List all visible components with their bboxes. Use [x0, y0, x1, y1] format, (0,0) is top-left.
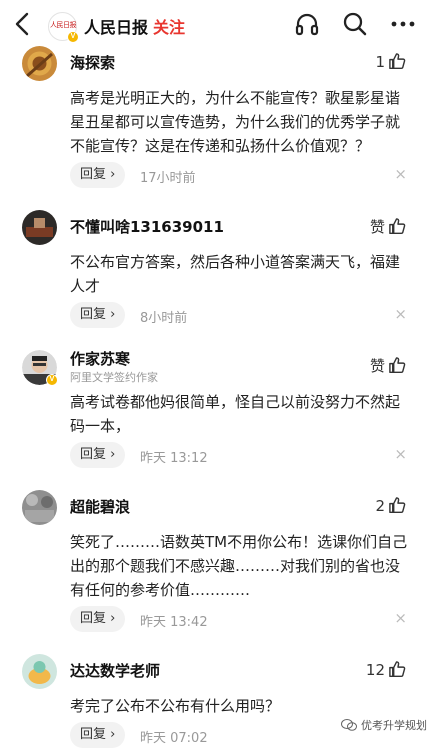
avatar[interactable] — [22, 46, 57, 81]
source-name[interactable]: 人民日报 — [84, 14, 148, 38]
like-count: 2 — [375, 496, 385, 515]
reply-label: 回复 — [80, 307, 107, 322]
chevron-right-icon: › — [110, 167, 116, 182]
comment-text: 考完了公布不公布有什么用吗？ — [70, 697, 281, 715]
username[interactable]: 超能碧浪 — [70, 496, 130, 517]
close-icon[interactable]: × — [394, 445, 407, 463]
thumbs-up-icon — [389, 53, 406, 70]
like-count: 1 — [375, 52, 385, 71]
headphones-icon[interactable] — [294, 11, 320, 37]
watermark: 优考升学规划 — [341, 717, 427, 733]
reply-button[interactable]: 回复 › — [70, 302, 126, 328]
reply-button[interactable]: 回复 › — [70, 442, 126, 468]
logo-text: 人民日报 — [50, 21, 77, 29]
comment-text: 笑死了………语数英TM不用你公布！选课你们自己出的那个题我们不感兴趣………对我们… — [70, 533, 408, 599]
thumbs-up-icon — [389, 218, 406, 235]
top-bar: 人民日报 V 人民日报 关注 — [0, 0, 437, 46]
username[interactable]: 不懂叫啥131639011 — [70, 216, 224, 237]
chevron-right-icon: › — [110, 611, 116, 626]
chevron-left-icon[interactable] — [12, 11, 36, 37]
like-button[interactable]: 2 — [375, 496, 407, 515]
like-button[interactable]: 赞 — [370, 216, 407, 237]
source-logo[interactable]: 人民日报 V — [48, 12, 79, 43]
reply-label: 回复 — [80, 611, 107, 626]
comment-time: 昨天 07:02 — [140, 731, 208, 746]
close-icon[interactable]: × — [394, 165, 407, 183]
avatar[interactable] — [22, 210, 57, 245]
like-button[interactable]: 赞 — [370, 355, 407, 376]
chevron-right-icon: › — [110, 447, 116, 462]
username[interactable]: 作家苏寒 — [70, 348, 130, 369]
avatar[interactable]: V — [22, 350, 58, 386]
reply-label: 回复 — [80, 727, 107, 742]
chevron-right-icon: › — [110, 307, 116, 322]
like-count: 赞 — [369, 357, 385, 375]
verified-badge-icon: V — [46, 374, 58, 386]
verified-badge-icon: V — [67, 31, 79, 43]
username[interactable]: 达达数学老师 — [70, 660, 160, 681]
comment-text: 高考试卷都他妈很简单，怪自己以前没努力不然起码一本， — [70, 393, 401, 435]
comment-time: 17小时前 — [140, 171, 196, 186]
like-count: 赞 — [369, 218, 385, 236]
thumbs-up-icon — [389, 497, 406, 514]
reply-button[interactable]: 回复 › — [70, 722, 126, 748]
username[interactable]: 海探索 — [70, 52, 115, 73]
wechat-icon — [341, 719, 357, 731]
thumbs-up-icon — [389, 661, 406, 678]
more-dots-icon[interactable] — [390, 11, 416, 37]
user-title: 阿里文学签约作家 — [70, 371, 158, 384]
comment-text: 不公布官方答案，然后各种小道答案满天飞，福建人才 — [70, 253, 401, 295]
chevron-right-icon: › — [110, 727, 116, 742]
close-icon[interactable]: × — [394, 305, 407, 323]
like-count: 12 — [365, 660, 385, 679]
like-button[interactable]: 12 — [366, 660, 407, 679]
close-icon[interactable]: × — [394, 609, 407, 627]
reply-button[interactable]: 回复 › — [70, 162, 126, 188]
comment-time: 昨天 13:42 — [140, 615, 208, 630]
comment-text: 高考是光明正大的，为什么不能宣传？歌星影星谐星丑星都可以宣传造势，为什么我们的优… — [70, 89, 401, 155]
avatar[interactable] — [22, 654, 57, 689]
follow-button[interactable]: 关注 — [153, 14, 185, 38]
avatar[interactable] — [22, 490, 57, 525]
comment-time: 8小时前 — [140, 311, 188, 326]
like-button[interactable]: 1 — [375, 52, 407, 71]
watermark-text: 优考升学规划 — [361, 719, 427, 732]
reply-label: 回复 — [80, 167, 107, 182]
search-icon[interactable] — [342, 11, 368, 37]
reply-button[interactable]: 回复 › — [70, 606, 126, 632]
reply-label: 回复 — [80, 447, 107, 462]
comment-time: 昨天 13:12 — [140, 451, 208, 466]
thumbs-up-icon — [389, 357, 406, 374]
